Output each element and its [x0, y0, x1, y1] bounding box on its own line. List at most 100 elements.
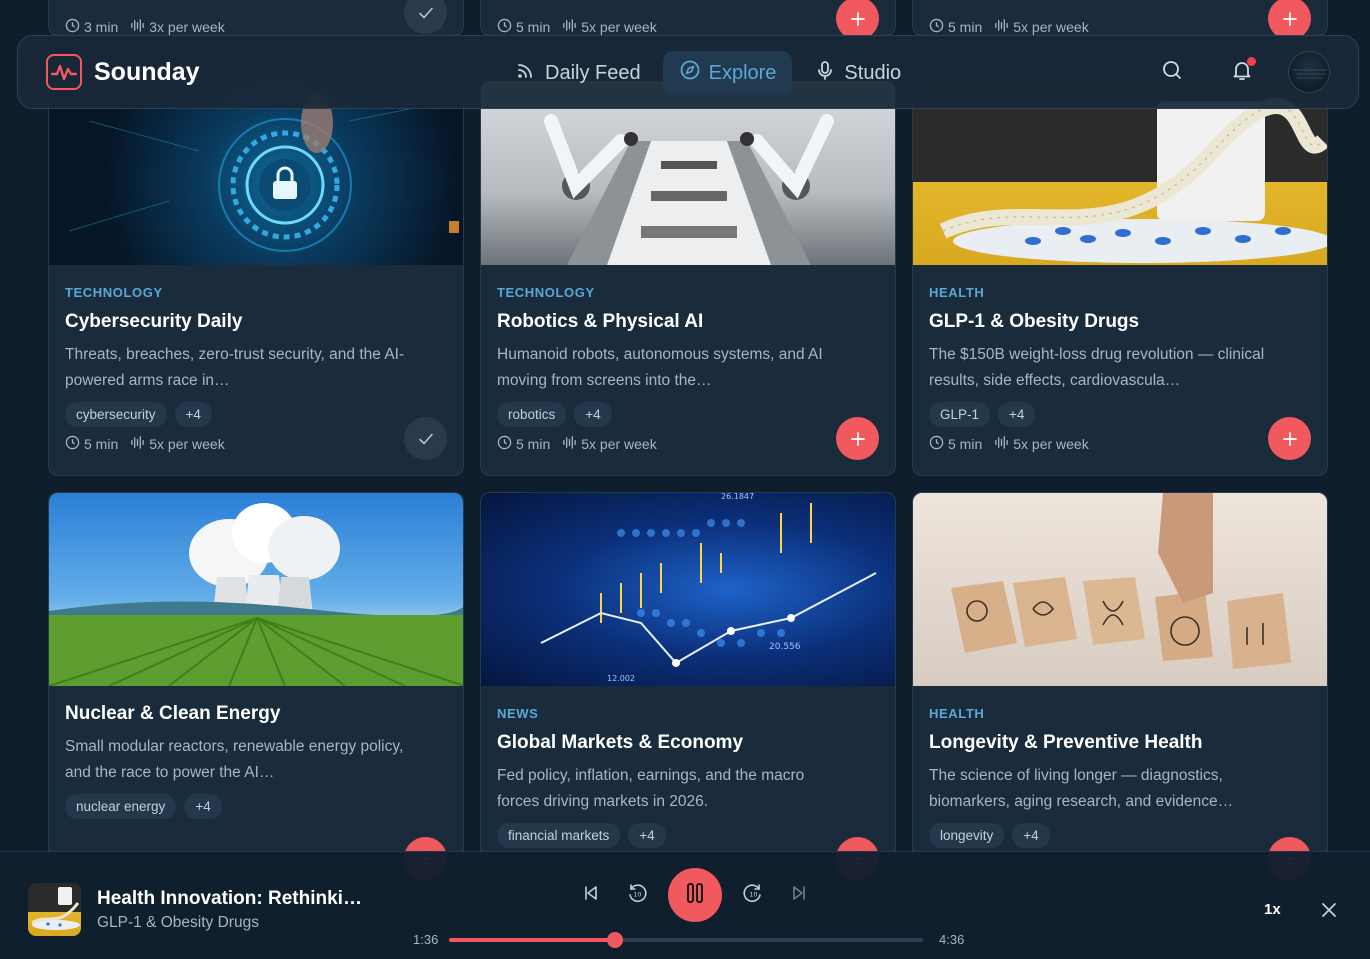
- card-category: TECHNOLOGY: [65, 285, 163, 300]
- main-tabs: Daily Feed Explore Studio: [499, 51, 917, 95]
- card-title: Nuclear & Clean Energy: [65, 703, 281, 724]
- topic-card[interactable]: HEALTH Longevity & Preventive Health The…: [912, 492, 1328, 892]
- chart-overlay-label: 12.002: [607, 674, 635, 683]
- card-title: Global Markets & Economy: [497, 732, 744, 753]
- search-button[interactable]: [1148, 48, 1196, 96]
- card-body: HEALTH Longevity & Preventive Health The…: [913, 706, 1327, 848]
- added-check-button[interactable]: [404, 417, 447, 460]
- waveform-icon: [130, 435, 145, 453]
- playback-controls: 10 10: [576, 868, 814, 922]
- elapsed-time: 1:36: [413, 932, 439, 947]
- topic-card[interactable]: 20.556 12.002 26.1847 NEWS Global Market…: [480, 492, 896, 892]
- tag-chip[interactable]: financial markets: [497, 823, 621, 848]
- card-category: HEALTH: [929, 285, 985, 300]
- card-tags: financial markets +4: [497, 823, 879, 848]
- top-navigation-bar: Sounday Daily Feed Explore Studio: [17, 35, 1359, 109]
- card-category: HEALTH: [929, 706, 985, 721]
- brand-logo-link[interactable]: Sounday: [46, 54, 200, 90]
- more-tags-chip[interactable]: +4: [998, 402, 1036, 427]
- waveform-icon: [994, 18, 1009, 35]
- more-tags-chip[interactable]: +4: [174, 402, 212, 427]
- topic-card-partial[interactable]: 5 min 5x per week: [912, 0, 1328, 36]
- audio-player-bar: Health Innovation: Rethinki… GLP-1 & Obe…: [0, 851, 1370, 959]
- topic-card-partial[interactable]: 3 min 3x per week: [48, 0, 464, 36]
- card-tags: cybersecurity +4: [65, 402, 447, 427]
- pause-button[interactable]: [668, 868, 722, 922]
- rewind-10-button[interactable]: 10: [622, 880, 652, 910]
- tab-daily-feed[interactable]: Daily Feed: [499, 51, 657, 95]
- episode-topic[interactable]: GLP-1 & Obesity Drugs: [97, 914, 259, 932]
- card-meta: 5 min 5x per week: [497, 435, 879, 453]
- tag-chip[interactable]: robotics: [497, 402, 567, 427]
- rss-icon: [515, 59, 537, 87]
- total-time: 4:36: [939, 932, 965, 947]
- skip-previous-icon: [582, 884, 600, 907]
- topic-card[interactable]: TECHNOLOGY Robotics & Physical AI Humano…: [480, 80, 896, 476]
- add-topic-button[interactable]: [1268, 0, 1311, 35]
- progress-handle[interactable]: [606, 932, 623, 948]
- compass-icon: [679, 59, 701, 87]
- notifications-button[interactable]: [1218, 48, 1266, 96]
- next-button[interactable]: [784, 880, 814, 910]
- episode-artwork[interactable]: [28, 883, 81, 936]
- topic-card[interactable]: TECHNOLOGY Cybersecurity Daily Threats, …: [48, 80, 464, 476]
- card-tags: longevity +4: [929, 823, 1311, 848]
- card-body: NEWS Global Markets & Economy Fed policy…: [481, 706, 895, 848]
- add-topic-button[interactable]: [1268, 417, 1311, 460]
- more-tags-chip[interactable]: +4: [574, 402, 612, 427]
- clock-icon: [929, 18, 944, 35]
- more-tags-chip[interactable]: +4: [628, 823, 666, 848]
- card-description: Fed policy, inflation, earnings, and the…: [497, 767, 805, 810]
- previous-button[interactable]: [576, 880, 606, 910]
- card-image: [49, 493, 463, 686]
- tag-chip[interactable]: cybersecurity: [65, 402, 167, 427]
- notification-badge: [1247, 57, 1256, 66]
- pause-icon: [685, 882, 705, 909]
- tag-chip[interactable]: nuclear energy: [65, 794, 177, 819]
- card-title: GLP-1 & Obesity Drugs: [929, 311, 1140, 332]
- forward-10-button[interactable]: 10: [738, 880, 768, 910]
- more-tags-chip[interactable]: +4: [184, 794, 222, 819]
- card-tags: GLP-1 +4: [929, 402, 1311, 427]
- clock-icon: [929, 435, 944, 453]
- card-title: Cybersecurity Daily: [65, 311, 243, 332]
- search-icon: [1161, 59, 1183, 86]
- topic-card[interactable]: Nuclear & Clean Energy Small modular rea…: [48, 492, 464, 892]
- close-icon: [1318, 903, 1340, 925]
- close-player-button[interactable]: [1318, 899, 1340, 921]
- avatar[interactable]: [1288, 51, 1330, 93]
- playback-speed-button[interactable]: 1x: [1264, 901, 1281, 918]
- tag-chip[interactable]: longevity: [929, 823, 1005, 848]
- card-description: Threats, breaches, zero-trust security, …: [65, 346, 405, 389]
- svg-text:10: 10: [749, 890, 757, 898]
- card-title: Longevity & Preventive Health: [929, 732, 1203, 753]
- card-description: The $150B weight-loss drug revolution — …: [929, 346, 1265, 389]
- progress-slider[interactable]: [449, 932, 923, 948]
- clock-icon: [497, 435, 512, 453]
- nav-actions: [1148, 48, 1330, 96]
- waveform-icon: [562, 18, 577, 35]
- tab-studio[interactable]: Studio: [798, 51, 917, 95]
- more-tags-chip[interactable]: +4: [1012, 823, 1050, 848]
- add-topic-button[interactable]: [836, 417, 879, 460]
- card-meta: 5 min 5x per week: [497, 18, 657, 35]
- card-tags: robotics +4: [497, 402, 879, 427]
- episode-title[interactable]: Health Innovation: Rethinki…: [97, 888, 362, 910]
- card-image: [913, 493, 1327, 686]
- add-topic-button[interactable]: [836, 0, 879, 35]
- waveform-icon: [130, 18, 145, 35]
- tab-explore[interactable]: Explore: [662, 51, 793, 95]
- card-body: TECHNOLOGY Cybersecurity Daily Threats, …: [49, 285, 463, 453]
- topic-card-partial[interactable]: 5 min 5x per week: [480, 0, 896, 36]
- card-meta: 5 min 5x per week: [929, 18, 1089, 35]
- rewind-10-icon: 10: [626, 882, 648, 909]
- tag-chip[interactable]: GLP-1: [929, 402, 991, 427]
- card-body: HEALTH GLP-1 & Obesity Drugs The $150B w…: [913, 285, 1327, 453]
- clock-icon: [65, 435, 80, 453]
- card-body: TECHNOLOGY Robotics & Physical AI Humano…: [481, 285, 895, 453]
- topic-card[interactable]: HEALTH GLP-1 & Obesity Drugs The $150B w…: [912, 80, 1328, 476]
- clock-icon: [65, 18, 80, 35]
- skip-next-icon: [790, 884, 808, 907]
- added-check-button[interactable]: [404, 0, 447, 34]
- card-category: NEWS: [497, 706, 539, 721]
